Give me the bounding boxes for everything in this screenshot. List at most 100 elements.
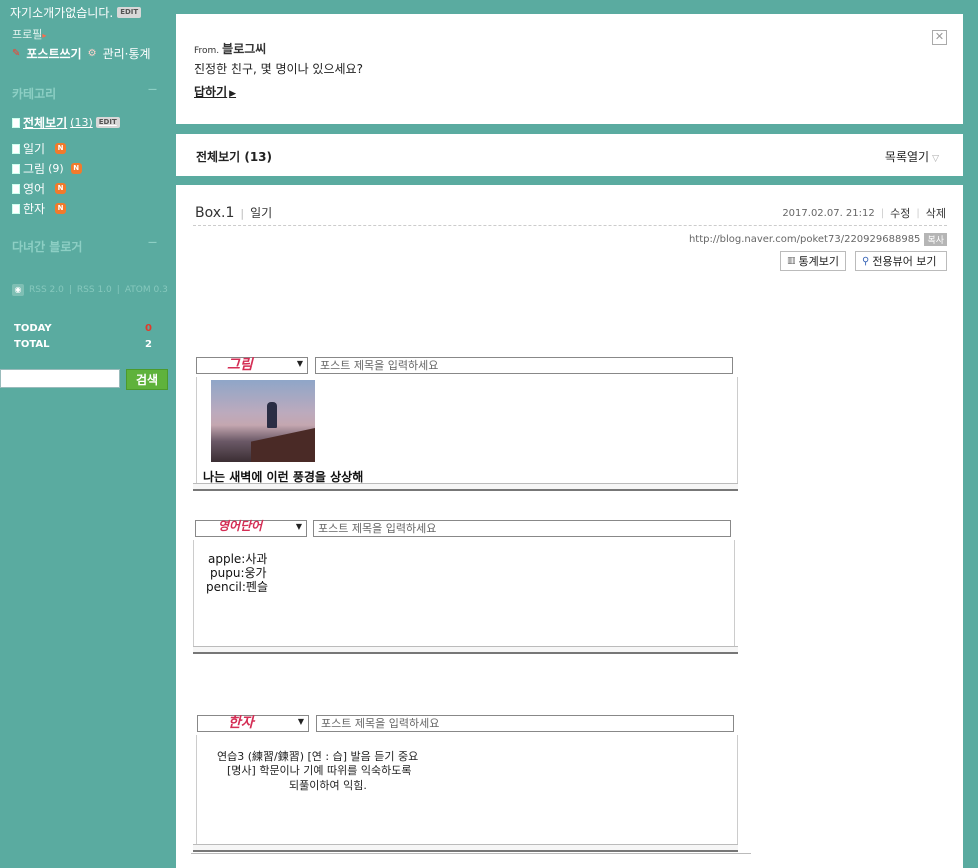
- word-line: pencil:펜슬: [206, 580, 268, 594]
- close-icon[interactable]: ✕: [932, 30, 947, 45]
- post-url-row: http://blog.naver.com/poket73/2209296889…: [689, 233, 947, 246]
- editor-body: 나는 새벽에 이런 풍경을 상상해: [196, 377, 738, 485]
- visited-bloggers-heading[interactable]: 다녀간 블로거 —: [12, 238, 157, 255]
- category-heading-label: 카테고리: [12, 87, 57, 101]
- stats-button[interactable]: ▥ 통계보기: [780, 251, 846, 271]
- title-input: 포스트 제목을 입력하세요: [316, 715, 734, 732]
- category-label: 영어: [23, 182, 46, 196]
- divider: |: [240, 207, 245, 220]
- editor-footer: [193, 844, 738, 852]
- category-handwritten: 영어단어: [218, 519, 263, 533]
- rss-2-link[interactable]: RSS 2.0: [29, 285, 64, 295]
- search-icon: ⚲: [862, 255, 870, 267]
- new-badge: N: [55, 183, 67, 194]
- document-icon: [12, 203, 20, 214]
- divider: |: [916, 207, 920, 219]
- atom-link[interactable]: ATOM 0.3: [125, 285, 168, 295]
- text-line: 되풀이하여 익힘.: [289, 779, 367, 792]
- divider: |: [880, 207, 885, 219]
- document-icon: [12, 163, 20, 174]
- copy-url-button[interactable]: 복사: [924, 233, 947, 246]
- collapse-icon: —: [148, 85, 157, 95]
- chevron-down-icon: ▽: [932, 154, 939, 164]
- divider: |: [116, 285, 120, 295]
- sidebar: 자기소개가없습니다. EDIT 프로필▸ ✎ 포스트쓰기 ⚙ 관리·통계 카테고…: [0, 0, 170, 868]
- category-handwritten: 한자: [228, 715, 254, 731]
- category-handwritten: 그림: [227, 357, 253, 373]
- figure-shape: [267, 402, 277, 428]
- post-panel: Box.1 | 일기 2017.02.07. 21:12 | 수정 | 삭제 htt…: [176, 185, 963, 868]
- caret-down-icon: ▼: [297, 717, 304, 726]
- reply-label: 답하기: [194, 85, 228, 99]
- editor-footer: [193, 483, 738, 491]
- new-badge: N: [55, 143, 67, 154]
- document-icon: [12, 117, 20, 128]
- search-button[interactable]: 검색: [126, 369, 168, 390]
- divider: [193, 225, 947, 226]
- divider: |: [68, 285, 72, 295]
- category-label: 한자: [23, 202, 46, 216]
- profile-link[interactable]: 프로필▸: [12, 26, 46, 42]
- category-select: 그림 ▼: [196, 357, 308, 374]
- search-input[interactable]: [0, 369, 120, 388]
- from-label: From.: [194, 46, 220, 56]
- rss-icon: ◉: [12, 284, 24, 296]
- category-select: 한자 ▼: [197, 715, 309, 732]
- sidebar-item-drawing[interactable]: 그림 (9) N: [12, 160, 82, 177]
- category-label: 일기: [23, 142, 46, 156]
- post-list-bar: 전체보기 (13) 목록열기 ▽: [176, 134, 963, 176]
- total-value: 2: [145, 339, 152, 350]
- edit-post-link[interactable]: 수정: [890, 205, 910, 221]
- category-edit-button[interactable]: EDIT: [95, 117, 120, 128]
- arrow-right-icon: ▸: [42, 31, 47, 40]
- editor-footer: [193, 646, 738, 654]
- question-message: 진정한 친구, 몇 명이나 있으세요?: [194, 62, 363, 76]
- post-meta: 2017.02.07. 21:12 | 수정 | 삭제: [782, 205, 946, 221]
- write-post-link[interactable]: 포스트쓰기: [26, 45, 81, 62]
- category-select: 영어단어 ▼: [195, 519, 307, 537]
- caret-down-icon: ▼: [296, 359, 303, 368]
- today-value: 0: [145, 323, 152, 334]
- total-stat: TOTAL 2: [14, 339, 152, 350]
- category-count: (13): [70, 116, 93, 129]
- post-image-drawing: 그림 ▼ 포스트 제목을 입력하세요 나는 새벽에 이런 풍경을 상상해: [193, 357, 738, 491]
- question-from: From. 블로그씨: [194, 40, 266, 57]
- intro-edit-button[interactable]: EDIT: [117, 7, 142, 18]
- pencil-icon: ✎: [12, 48, 21, 59]
- roof-shape: [251, 428, 315, 462]
- today-stat: TODAY 0: [14, 323, 152, 334]
- open-list-button[interactable]: 목록열기 ▽: [885, 148, 939, 165]
- sidebar-item-all[interactable]: 전체보기 (13) EDIT: [12, 114, 120, 131]
- reply-link[interactable]: 답하기 ▶: [194, 83, 236, 100]
- manage-stats-link[interactable]: 관리·통계: [103, 45, 151, 62]
- open-list-label: 목록열기: [884, 150, 930, 164]
- collapse-icon: —: [148, 238, 157, 248]
- title-input: 포스트 제목을 입력하세요: [313, 520, 731, 537]
- rss-1-link[interactable]: RSS 1.0: [77, 285, 112, 295]
- post-category-link[interactable]: 일기: [250, 206, 272, 220]
- viewer-button[interactable]: ⚲ 전용뷰어 보기: [855, 251, 947, 271]
- illustration-image: [211, 380, 315, 462]
- title-input: 포스트 제목을 입력하세요: [315, 357, 733, 374]
- editor-body: 연습3 (練習/鍊習) [연 : 습] 발음 듣기 중요 [명사] 학문이나 기…: [196, 735, 738, 845]
- sidebar-item-english[interactable]: 영어 N: [12, 180, 67, 197]
- post-image-english: 영어단어 ▼ 포스트 제목을 입력하세요 apple:사과 pupu:웅가 pe…: [193, 519, 738, 655]
- divider: [191, 853, 751, 854]
- post-title[interactable]: Box.1: [195, 205, 234, 221]
- post-url[interactable]: http://blog.naver.com/poket73/2209296889…: [689, 234, 920, 245]
- new-badge: N: [55, 203, 67, 214]
- sidebar-item-diary[interactable]: 일기 N: [12, 140, 67, 157]
- rss-links: ◉ RSS 2.0 | RSS 1.0 | ATOM 0.3: [12, 284, 168, 296]
- sidebar-item-hanja[interactable]: 한자 N: [12, 200, 67, 217]
- stats-button-label: 통계보기: [798, 255, 839, 268]
- gear-icon: ⚙: [87, 48, 97, 59]
- category-label: 그림: [23, 162, 46, 176]
- post-header: Box.1 | 일기: [195, 204, 272, 221]
- post-date: 2017.02.07. 21:12: [782, 207, 875, 219]
- play-icon: ▶: [229, 89, 237, 99]
- category-label: 전체보기: [23, 116, 68, 130]
- delete-post-link[interactable]: 삭제: [926, 205, 946, 221]
- category-heading[interactable]: 카테고리 —: [12, 85, 157, 102]
- today-label: TODAY: [14, 323, 52, 334]
- profile-label: 프로필: [12, 28, 43, 41]
